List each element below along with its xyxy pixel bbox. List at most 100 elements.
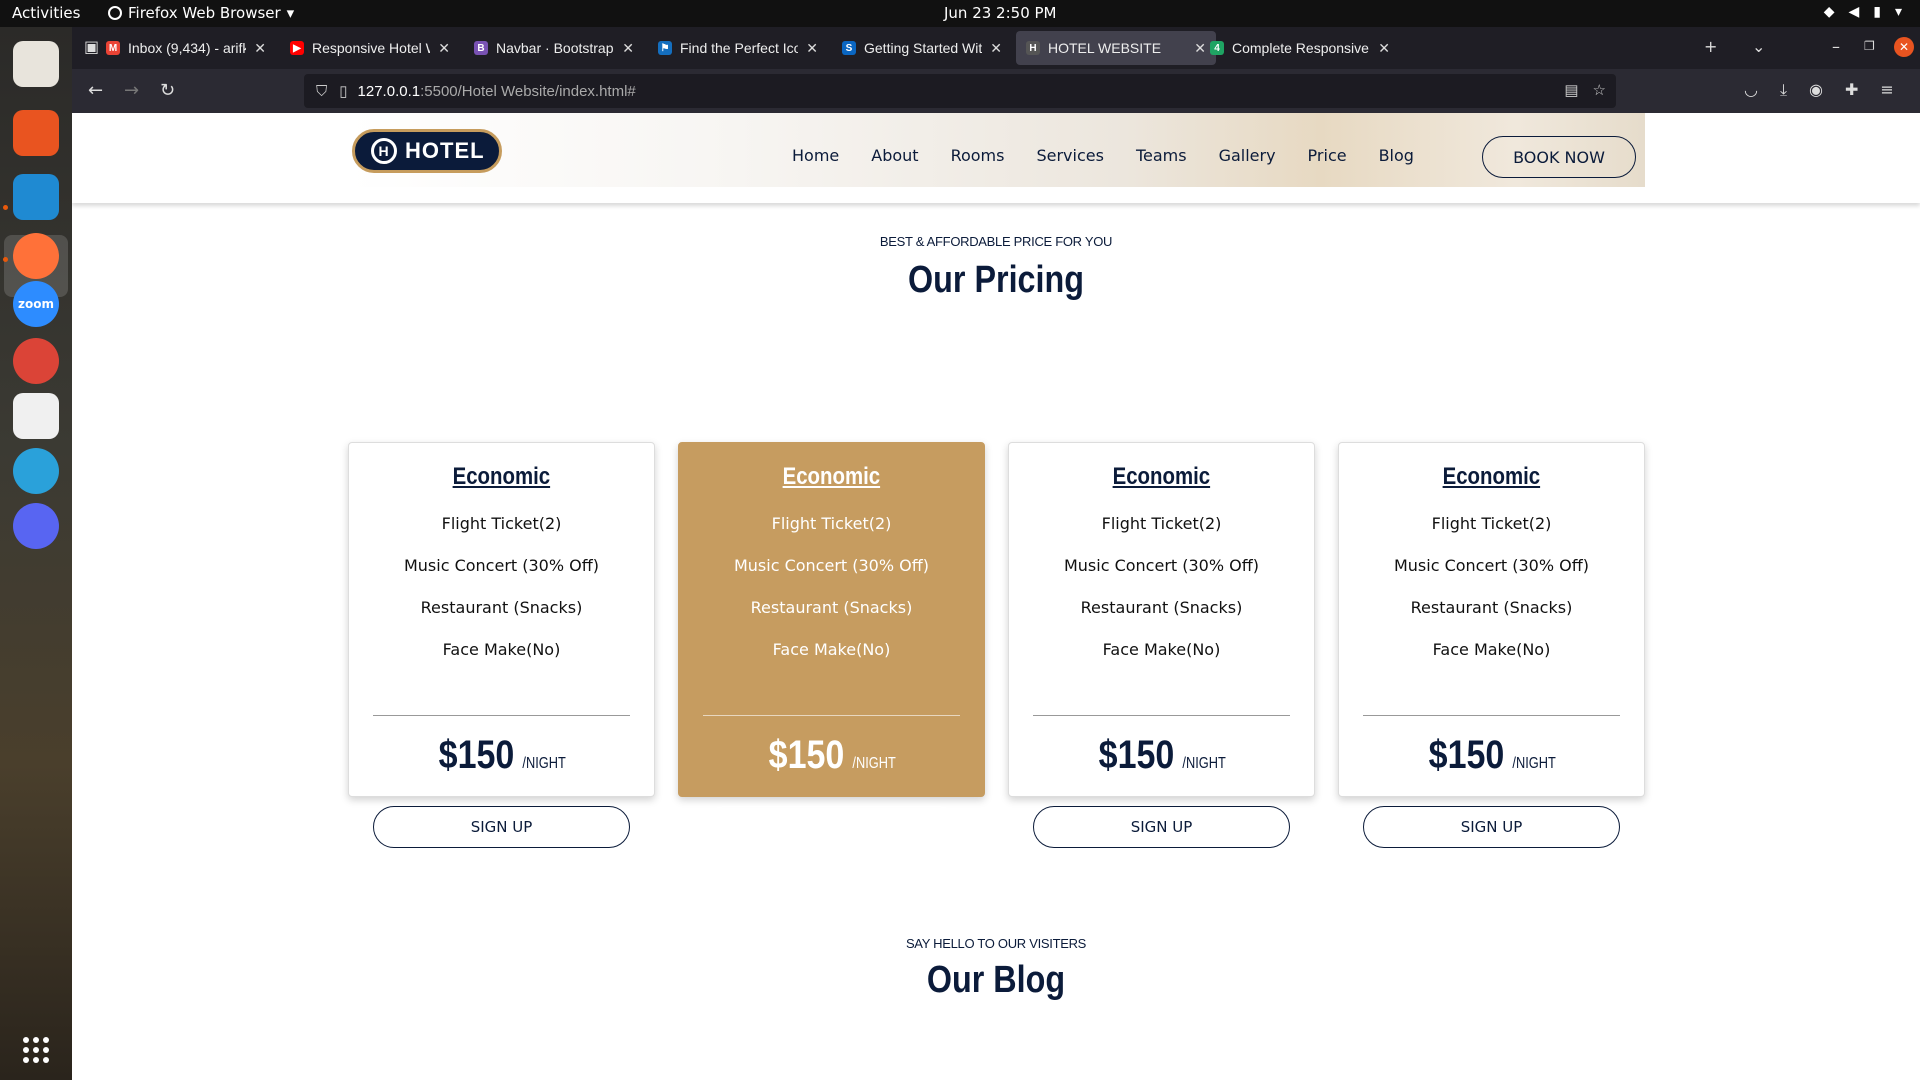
nav-link-about[interactable]: About bbox=[871, 146, 918, 165]
blog-title: Our Blog bbox=[926, 959, 1066, 1001]
app-center-icon[interactable] bbox=[13, 110, 59, 156]
plan-feature: Restaurant (Snacks) bbox=[1080, 598, 1243, 617]
plan-price: $150/NIGHT bbox=[1009, 733, 1314, 778]
close-tab-icon[interactable]: ✕ bbox=[1378, 40, 1390, 57]
list-tabs-icon[interactable]: ⌄ bbox=[1752, 37, 1765, 56]
tab-favicon-icon: S bbox=[842, 41, 856, 55]
back-icon[interactable]: ← bbox=[88, 80, 103, 101]
plan-feature: Flight Ticket(2) bbox=[441, 514, 562, 533]
url-bar[interactable]: ⛉ ▯ 127.0.0.1:5500/Hotel Website/index.h… bbox=[304, 74, 1616, 108]
close-tab-icon[interactable]: ✕ bbox=[806, 40, 818, 57]
browser-tab[interactable]: M Inbox (9,434) - arifk8470 ✕ bbox=[96, 31, 276, 65]
wifi-icon: ◆ bbox=[1823, 4, 1835, 20]
volume-icon: ◀ bbox=[1848, 4, 1860, 20]
vscode-icon[interactable] bbox=[13, 174, 59, 220]
sign-up-button[interactable]: SIGN UP bbox=[703, 806, 960, 848]
document-viewer-icon[interactable] bbox=[13, 393, 59, 439]
plan-feature: Face Make(No) bbox=[442, 640, 561, 659]
app-menu[interactable]: Firefox Web Browser ▾ bbox=[108, 4, 294, 22]
chrome-icon[interactable] bbox=[13, 338, 59, 384]
plan-feature: Face Make(No) bbox=[1432, 640, 1551, 659]
page-viewport: H HOTEL Home About Rooms Services Teams Galle… bbox=[72, 113, 1920, 1080]
plan-feature: Music Concert (30% Off) bbox=[733, 556, 930, 575]
system-top-bar: Activities Firefox Web Browser ▾ Jun 23 … bbox=[0, 0, 1920, 27]
price-unit: /NIGHT bbox=[852, 755, 896, 772]
pricing-card: Economic Flight Ticket(2) Music Concert (3… bbox=[348, 442, 655, 848]
zoom-icon[interactable]: zoom bbox=[13, 281, 59, 327]
forward-icon[interactable]: → bbox=[124, 80, 139, 101]
price-unit: /NIGHT bbox=[522, 755, 566, 772]
page-info-icon[interactable]: ▯ bbox=[339, 82, 347, 100]
book-now-button[interactable]: BOOK NOW bbox=[1482, 136, 1636, 178]
browser-tab[interactable]: 4 Complete Responsive Ho ✕ bbox=[1200, 31, 1400, 65]
close-tab-icon[interactable]: ✕ bbox=[438, 40, 450, 57]
plan-price: $150/NIGHT bbox=[1339, 733, 1644, 778]
account-icon[interactable]: ◉ bbox=[1809, 80, 1823, 100]
show-apps-icon[interactable] bbox=[13, 1027, 59, 1073]
plan-price: $150/NIGHT bbox=[679, 733, 984, 778]
plan-name: Economic bbox=[452, 463, 551, 490]
bookmark-star-icon[interactable]: ☆ bbox=[1593, 81, 1606, 99]
plan-feature: Restaurant (Snacks) bbox=[1410, 598, 1573, 617]
restore-icon[interactable]: ❐ bbox=[1864, 39, 1875, 53]
pricing-title: Our Pricing bbox=[908, 259, 1084, 301]
reload-icon[interactable]: ↻ bbox=[160, 80, 175, 101]
browser-tab-strip: ▣ MInbox (9,434) - arifk8470✕▶Responsive… bbox=[72, 27, 1920, 69]
browser-tab[interactable]: ⚑ Find the Perfect Icon for ✕ bbox=[648, 31, 828, 65]
firefox-icon[interactable] bbox=[13, 233, 59, 279]
files-icon[interactable] bbox=[13, 41, 59, 87]
close-window-icon[interactable]: ✕ bbox=[1894, 37, 1914, 57]
nav-link-teams[interactable]: Teams bbox=[1136, 146, 1187, 165]
card-divider bbox=[1033, 715, 1290, 716]
discord-icon[interactable] bbox=[13, 503, 59, 549]
browser-tab[interactable]: ▶ Responsive Hotel Websit ✕ bbox=[280, 31, 460, 65]
plan-features: Flight Ticket(2) Music Concert (30% Off) R… bbox=[679, 503, 984, 671]
plan-name: Economic bbox=[1442, 463, 1541, 490]
minimize-icon[interactable]: – bbox=[1832, 37, 1840, 56]
pocket-icon[interactable]: ◡ bbox=[1744, 80, 1758, 100]
browser-tab[interactable]: S Getting Started With Swi ✕ bbox=[832, 31, 1012, 65]
new-tab-icon[interactable]: + bbox=[1704, 37, 1717, 56]
nav-link-price[interactable]: Price bbox=[1308, 146, 1347, 165]
plan-features: Flight Ticket(2) Music Concert (30% Off) R… bbox=[1339, 503, 1644, 671]
nav-link-gallery[interactable]: Gallery bbox=[1219, 146, 1276, 165]
plan-feature: Flight Ticket(2) bbox=[1431, 514, 1552, 533]
running-indicator bbox=[3, 257, 8, 262]
close-tab-icon[interactable]: ✕ bbox=[990, 40, 1002, 57]
sign-up-button[interactable]: SIGN UP bbox=[373, 806, 630, 848]
sign-up-button[interactable]: SIGN UP bbox=[1033, 806, 1290, 848]
hamburger-menu-icon[interactable]: ≡ bbox=[1880, 80, 1893, 100]
tab-favicon-icon: ⚑ bbox=[658, 41, 672, 55]
tab-title: Getting Started With Swi bbox=[864, 40, 983, 56]
pricing-card: Economic Flight Ticket(2) Music Concert (3… bbox=[678, 442, 985, 848]
shield-icon[interactable]: ⛉ bbox=[316, 83, 327, 100]
nav-link-rooms[interactable]: Rooms bbox=[951, 146, 1005, 165]
nav-link-blog[interactable]: Blog bbox=[1379, 146, 1414, 165]
reader-view-icon[interactable]: ▤ bbox=[1564, 81, 1578, 99]
close-tab-icon[interactable]: ✕ bbox=[254, 40, 266, 57]
tab-title: Find the Perfect Icon for bbox=[680, 40, 799, 56]
tab-favicon-icon: 4 bbox=[1210, 41, 1224, 55]
plan-name: Economic bbox=[1112, 463, 1211, 490]
pricing-card: Economic Flight Ticket(2) Music Concert (3… bbox=[1008, 442, 1315, 848]
plan-feature: Music Concert (30% Off) bbox=[1063, 556, 1260, 575]
close-tab-icon[interactable]: ✕ bbox=[622, 40, 634, 57]
hotel-logo[interactable]: H HOTEL bbox=[352, 129, 502, 173]
browser-tab[interactable]: H HOTEL WEBSITE ✕ bbox=[1016, 31, 1216, 65]
extensions-icon[interactable]: ✚ bbox=[1845, 80, 1858, 100]
clock[interactable]: Jun 23 2:50 PM bbox=[944, 4, 1057, 22]
plan-feature: Face Make(No) bbox=[1102, 640, 1221, 659]
plan-price: $150/NIGHT bbox=[349, 733, 654, 778]
nav-link-home[interactable]: Home bbox=[792, 146, 839, 165]
tab-title: Navbar · Bootstrap v5.3 bbox=[496, 40, 614, 56]
nav-link-services[interactable]: Services bbox=[1036, 146, 1103, 165]
card-divider bbox=[703, 715, 960, 716]
telegram-icon[interactable] bbox=[13, 448, 59, 494]
system-tray[interactable]: ◆ ◀ ▮ ▾ bbox=[1824, 4, 1902, 20]
tab-title: Responsive Hotel Websit bbox=[312, 40, 430, 56]
sign-up-button[interactable]: SIGN UP bbox=[1363, 806, 1620, 848]
downloads-icon[interactable]: ⤓ bbox=[1780, 80, 1787, 100]
browser-tab[interactable]: B Navbar · Bootstrap v5.3 ✕ bbox=[464, 31, 644, 65]
activities-button[interactable]: Activities bbox=[12, 4, 80, 22]
plan-feature: Restaurant (Snacks) bbox=[750, 598, 913, 617]
